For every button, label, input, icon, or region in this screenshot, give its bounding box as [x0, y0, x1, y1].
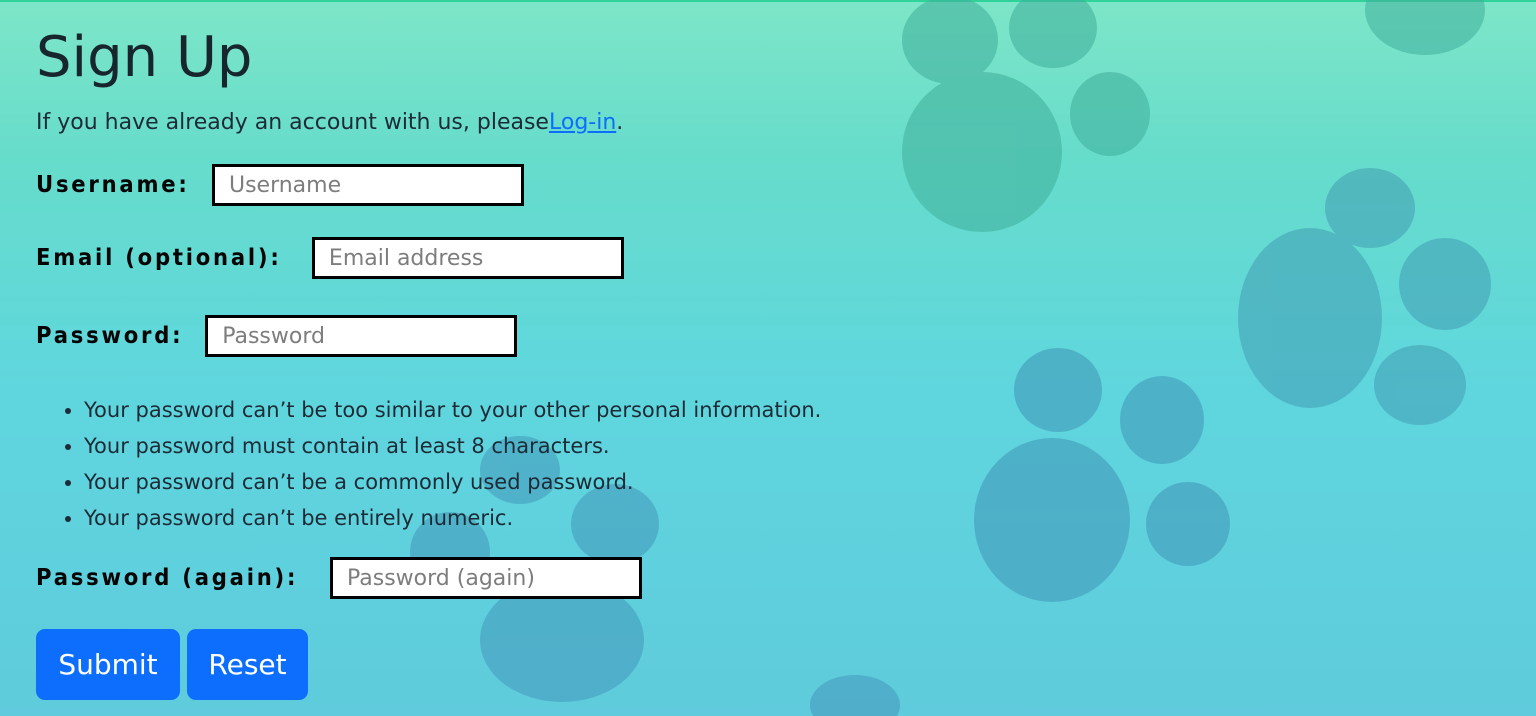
- page-title: Sign Up: [36, 25, 253, 90]
- password-input[interactable]: [205, 315, 518, 357]
- password-row: Password:: [36, 315, 518, 357]
- password-rule: Your password can’t be entirely numeric.: [84, 500, 821, 536]
- paw-print-icon: [810, 675, 900, 716]
- password-rule: Your password can’t be too similar to yo…: [84, 392, 821, 428]
- reset-button[interactable]: Reset: [187, 629, 308, 700]
- username-input[interactable]: [211, 164, 524, 206]
- email-row: Email (optional):: [36, 237, 624, 279]
- password-again-input[interactable]: [330, 557, 642, 599]
- password-rule: Your password must contain at least 8 ch…: [84, 428, 821, 464]
- login-prompt-suffix: .: [616, 110, 624, 135]
- paw-print-icon: [974, 348, 1230, 602]
- username-row: Username:: [36, 164, 524, 206]
- password-rules-list: Your password can’t be too similar to yo…: [36, 392, 821, 536]
- password-again-label: Password (again):: [36, 565, 299, 591]
- login-link[interactable]: Log-in: [549, 110, 616, 135]
- email-input[interactable]: [311, 237, 624, 279]
- login-prompt: If you have already an account with us, …: [36, 108, 623, 138]
- paw-print-icon: [1238, 168, 1491, 425]
- password-again-row: Password (again):: [36, 557, 642, 599]
- email-label: Email (optional):: [36, 245, 282, 271]
- username-label: Username:: [36, 172, 190, 198]
- password-label: Password:: [36, 323, 184, 349]
- login-prompt-text: If you have already an account with us, …: [36, 110, 549, 135]
- submit-button[interactable]: Submit: [36, 629, 180, 700]
- password-rule: Your password can’t be a commonly used p…: [84, 464, 821, 500]
